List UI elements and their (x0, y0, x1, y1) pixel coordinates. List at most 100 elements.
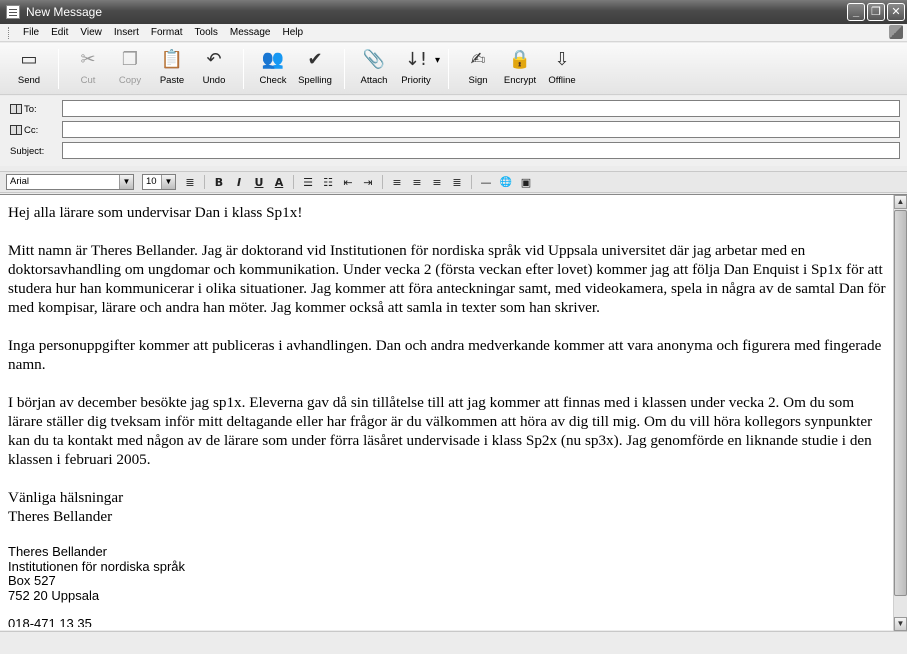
body-paragraph: Inga personuppgifter kommer att publicer… (8, 337, 882, 373)
cc-label-button[interactable]: Cc: (0, 125, 60, 136)
title-bar: New Message _ ❐ ✕ (0, 0, 907, 24)
maximize-button[interactable]: ❐ (867, 3, 885, 21)
justify-icon[interactable]: ≣ (448, 174, 466, 190)
underline-icon[interactable]: U (250, 174, 268, 190)
subject-field[interactable] (62, 142, 900, 159)
font-select-value: Arial (10, 176, 30, 187)
to-field[interactable] (62, 100, 900, 117)
numbered-list-icon[interactable]: ☰ (299, 174, 317, 190)
priority-button[interactable]: ↓! Priority (398, 43, 434, 95)
hyperlink-icon[interactable]: 🌐 (497, 174, 515, 190)
cc-row: Cc: (0, 119, 907, 141)
italic-icon[interactable]: I (230, 174, 248, 190)
align-right-icon[interactable]: ≡ (428, 174, 446, 190)
new-message-icon (6, 5, 20, 19)
signature-city: 752 20 Uppsala (8, 587, 100, 603)
chevron-down-icon[interactable]: ▼ (119, 175, 133, 189)
body-paragraph: Mitt namn är Theres Bellander. Jag är do… (8, 242, 886, 316)
undo-button[interactable]: ↶ Undo (196, 43, 232, 95)
font-color-icon[interactable]: A (270, 174, 288, 190)
menu-help[interactable]: Help (276, 27, 309, 38)
attach-button[interactable]: 📎 Attach (356, 43, 392, 95)
to-row: To: (0, 98, 907, 120)
insert-picture-icon[interactable]: ▣ (517, 174, 535, 190)
font-select[interactable]: Arial ▼ (6, 174, 134, 190)
minimize-button[interactable]: _ (847, 3, 865, 21)
align-center-icon[interactable]: ≡ (408, 174, 426, 190)
offline-button[interactable]: ⇩ Offline (544, 43, 580, 95)
message-body-editor[interactable]: Hej alla lärare som undervisar Dan i kla… (0, 194, 907, 631)
close-button[interactable]: ✕ (887, 3, 905, 21)
offline-label: Offline (548, 75, 576, 86)
send-icon: ▭ (20, 48, 38, 70)
undo-label: Undo (202, 75, 226, 86)
menu-insert[interactable]: Insert (108, 27, 145, 38)
scrollbar-thumb[interactable] (894, 210, 907, 596)
format-separator (382, 175, 383, 189)
menu-grip[interactable] (8, 26, 11, 39)
bullet-list-icon[interactable]: ☷ (319, 174, 337, 190)
check-names-button[interactable]: 👥 Check (255, 43, 291, 95)
align-left-icon[interactable]: ≡ (388, 174, 406, 190)
decrease-indent-icon[interactable]: ⇤ (339, 174, 357, 190)
cc-field[interactable] (62, 121, 900, 138)
window-controls: _ ❐ ✕ (847, 3, 905, 21)
encrypt-button[interactable]: 🔒 Encrypt (502, 43, 538, 95)
signature-department: Institutionen för nordiska språk (8, 558, 186, 574)
main-toolbar: ▭ Send ✂ Cut ❐ Copy 📋 Paste ↶ Undo 👥 Che… (0, 43, 907, 95)
font-size-value: 10 (146, 176, 157, 187)
chevron-down-icon[interactable]: ▼ (161, 175, 175, 189)
greeting-text: Hej alla lärare som undervisar Dan i kla… (8, 204, 303, 221)
copy-button[interactable]: ❐ Copy (112, 43, 148, 95)
copy-icon: ❐ (121, 48, 139, 70)
check-label: Check (259, 75, 287, 86)
scroll-down-icon[interactable]: ▼ (894, 617, 907, 631)
spelling-check-icon: ✔ (307, 48, 323, 70)
increase-indent-icon[interactable]: ⇥ (359, 174, 377, 190)
attach-label: Attach (360, 75, 388, 86)
paste-button[interactable]: 📋 Paste (154, 43, 190, 95)
toolbar-separator (344, 49, 345, 89)
to-label-button[interactable]: To: (0, 104, 60, 115)
format-separator (471, 175, 472, 189)
signature-name: Theres Bellander (8, 544, 107, 559)
window-title: New Message (26, 5, 103, 19)
sign-label: Sign (468, 75, 488, 86)
font-size-select[interactable]: 10 ▼ (142, 174, 176, 190)
check-names-icon: 👥 (261, 48, 285, 70)
menu-view[interactable]: View (74, 27, 108, 38)
toolbar-separator (243, 49, 244, 89)
signature-phone: 018-471 13 35 (8, 616, 92, 627)
toolbar-separator (448, 49, 450, 89)
send-button[interactable]: ▭ Send (11, 43, 47, 95)
menu-file[interactable]: File (17, 27, 45, 38)
scroll-up-icon[interactable]: ▲ (894, 195, 907, 209)
menu-format[interactable]: Format (145, 27, 189, 38)
cut-button[interactable]: ✂ Cut (70, 43, 106, 95)
menu-message[interactable]: Message (224, 27, 277, 38)
vertical-scrollbar[interactable]: ▲ ▼ (893, 195, 907, 631)
undo-icon: ↶ (206, 48, 222, 70)
encrypt-icon: 🔒 (508, 48, 532, 70)
priority-dropdown-icon[interactable]: ▾ (435, 55, 440, 66)
menu-edit[interactable]: Edit (45, 27, 74, 38)
body-paragraph: I början av december besökte jag sp1x. E… (8, 394, 873, 468)
signature-block: Theres Bellander Institutionen för nordi… (8, 544, 886, 627)
copy-label: Copy (118, 75, 142, 86)
menu-tools[interactable]: Tools (189, 27, 224, 38)
sign-button[interactable]: ✍ Sign (460, 43, 496, 95)
address-book-icon (10, 125, 22, 135)
spelling-button[interactable]: ✔ Spelling (297, 43, 333, 95)
status-bar (0, 631, 907, 654)
paragraph-style-icon[interactable]: ≣ (181, 174, 199, 190)
closing-name: Theres Bellander (8, 508, 113, 525)
clipboard-icon: 📋 (160, 48, 184, 70)
encrypt-label: Encrypt (503, 75, 537, 86)
to-label: To: (24, 103, 37, 115)
bold-icon[interactable]: B (210, 174, 228, 190)
signature-box: Box 527 (8, 573, 56, 588)
subject-row: Subject: (0, 140, 907, 162)
message-body-text[interactable]: Hej alla lärare som undervisar Dan i kla… (8, 203, 886, 627)
horizontal-line-icon[interactable]: — (477, 174, 495, 190)
closing-text: Vänliga hälsningar (8, 489, 124, 506)
